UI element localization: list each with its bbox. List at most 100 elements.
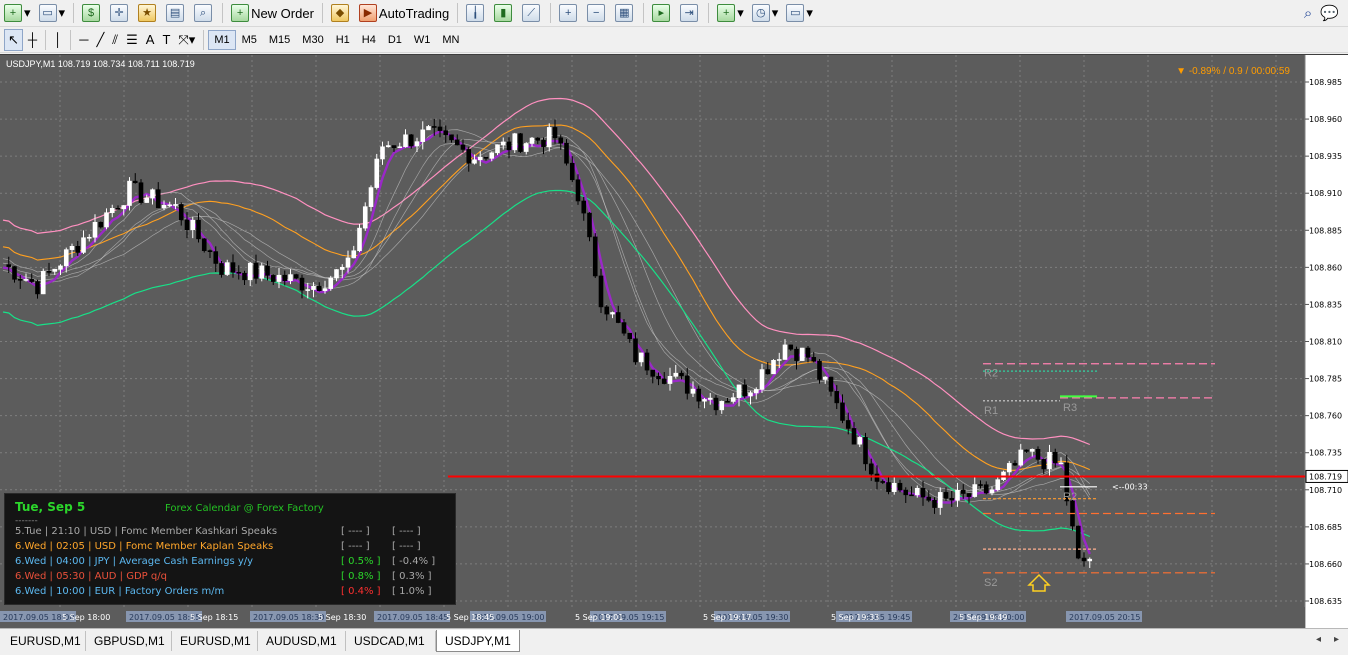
candle-body	[173, 204, 178, 206]
calendar-event-text: 5.Tue | 21:10 | USD | Fomc Member Kashka…	[15, 526, 278, 537]
templates-button[interactable]: ▭ ▾	[783, 2, 816, 24]
line-chart-icon: ⟋	[522, 4, 541, 22]
calendar-divider: -------	[15, 516, 38, 526]
candle-body	[955, 489, 960, 501]
timeframe-m1[interactable]: M1	[208, 29, 236, 50]
auto-scroll-button[interactable]: ▸	[649, 2, 675, 24]
candle-body	[431, 126, 437, 128]
candle-body	[322, 288, 328, 291]
chart-tab[interactable]: GBPUSD,M1	[86, 631, 172, 651]
crosshair-tool[interactable]: ┼	[25, 29, 40, 51]
timeframe-h4[interactable]: H4	[356, 30, 382, 50]
timeframe-m15[interactable]: M15	[263, 30, 296, 50]
candle-body	[529, 137, 535, 144]
timeframe-d1[interactable]: D1	[382, 30, 408, 50]
chart-shift-button[interactable]: ⇥	[677, 2, 703, 24]
candle-body	[276, 274, 282, 282]
periods-button[interactable]: ◷ ▾	[749, 2, 782, 24]
candle-body	[167, 204, 173, 207]
chart-tab[interactable]: EURUSD,M1	[172, 631, 258, 651]
candle-body	[385, 145, 391, 148]
fibonacci-icon: ☰	[126, 31, 138, 47]
candle-body	[840, 402, 845, 421]
toolbar-separator	[550, 3, 552, 23]
navigator-button[interactable]: ★	[135, 2, 161, 24]
metaeditor-icon: ◆	[330, 4, 349, 22]
new-chart-button[interactable]: + ▾	[1, 2, 34, 24]
chart-tab[interactable]: USDJPY,M1	[436, 630, 520, 652]
timeframe-m5[interactable]: M5	[236, 30, 263, 50]
scroll-left-button[interactable]: ◂	[1316, 634, 1321, 645]
candle-body	[822, 376, 828, 380]
indicators-button[interactable]: + ▾	[714, 2, 747, 24]
terminal-button[interactable]: ▤	[163, 2, 189, 24]
text-tool[interactable]: A	[143, 29, 158, 51]
calendar-previous: [ 1.0% ]	[392, 586, 432, 597]
chat-button[interactable]: 💬	[1317, 2, 1342, 24]
candle-body	[897, 482, 903, 491]
candle-body	[368, 187, 374, 207]
cursor-tool[interactable]: ↖	[4, 28, 23, 51]
candle-body	[713, 397, 719, 411]
chart-tab[interactable]: USDCAD,M1	[346, 631, 436, 651]
candle-body	[299, 277, 305, 291]
strategy-tester-button[interactable]: ⌕	[191, 2, 217, 24]
chart-tab[interactable]: EURUSD,M1	[2, 631, 86, 651]
candle-body	[880, 481, 886, 483]
bar-chart-button[interactable]: ╽	[463, 2, 489, 24]
horizontal-line-tool[interactable]: ─	[76, 29, 91, 51]
arrows-tool[interactable]: ⤧ ▾	[175, 29, 198, 51]
scroll-right-button[interactable]: ▸	[1334, 634, 1339, 645]
text-label-tool[interactable]: T	[159, 29, 173, 51]
tile-windows-button[interactable]: ▦	[612, 2, 638, 24]
data-window-button[interactable]: ✛	[107, 2, 133, 24]
timeframe-h1[interactable]: H1	[330, 30, 356, 50]
trendline-icon: ╱	[96, 31, 105, 47]
chat-icon: 💬	[1320, 5, 1339, 22]
candlestick-button[interactable]: ▮	[491, 2, 517, 24]
market-watch-button[interactable]: $	[79, 2, 105, 24]
new-order-button[interactable]: + New Order	[228, 2, 317, 24]
time-label: 5 Sep 18:00	[62, 613, 110, 622]
candle-body	[811, 357, 817, 362]
candle-body	[483, 156, 489, 159]
pivot-label: R2	[984, 368, 998, 380]
search-button[interactable]: ⌕	[1301, 2, 1315, 24]
chart-window[interactable]: 108.985 108.960 108.935 108.910 108.885 108.8…	[0, 54, 1348, 628]
candle-body	[604, 306, 610, 315]
zoom-out-button[interactable]: −	[584, 2, 610, 24]
candle-body	[316, 285, 322, 291]
candle-body	[414, 141, 420, 147]
candle-body	[213, 251, 219, 264]
timeframe-m30[interactable]: M30	[296, 30, 329, 50]
chart-tab[interactable]: AUDUSD,M1	[258, 631, 346, 651]
candle-body	[978, 484, 983, 486]
text-label-icon: T	[162, 32, 171, 47]
trendline-tool[interactable]: ╱	[93, 29, 107, 51]
zoom-in-button[interactable]: +	[556, 2, 582, 24]
fibonacci-tool[interactable]: ☰	[123, 29, 141, 51]
metaeditor-button[interactable]: ◆	[328, 2, 354, 24]
auto-trading-button[interactable]: ▶ AutoTrading	[356, 2, 452, 24]
timeframe-mn[interactable]: MN	[436, 30, 465, 50]
profiles-button[interactable]: ▭ ▾	[36, 2, 69, 24]
candle-body	[546, 127, 552, 148]
candle-body	[989, 489, 995, 494]
channel-tool[interactable]: ⫽	[109, 29, 121, 51]
vertical-line-tool[interactable]: │	[51, 29, 65, 51]
calendar-event-text: 6.Wed | 10:00 | EUR | Factory Orders m/m	[15, 586, 225, 597]
text-icon: A	[145, 32, 155, 47]
candle-body	[6, 264, 12, 267]
calendar-event-text: 6.Wed | 05:30 | AUD | GDP q/q	[15, 571, 167, 582]
candle-body	[1081, 557, 1087, 562]
candle-body	[40, 271, 46, 295]
timeframe-w1[interactable]: W1	[408, 30, 437, 50]
candle-body	[644, 352, 650, 371]
candle-body	[817, 360, 822, 380]
candle-body	[380, 146, 385, 160]
candle-body	[742, 384, 748, 397]
line-chart-button[interactable]: ⟋	[519, 2, 545, 24]
candle-body	[771, 360, 776, 375]
price-label: 108.735	[1309, 449, 1342, 458]
candlestick-icon: ▮	[494, 4, 513, 22]
